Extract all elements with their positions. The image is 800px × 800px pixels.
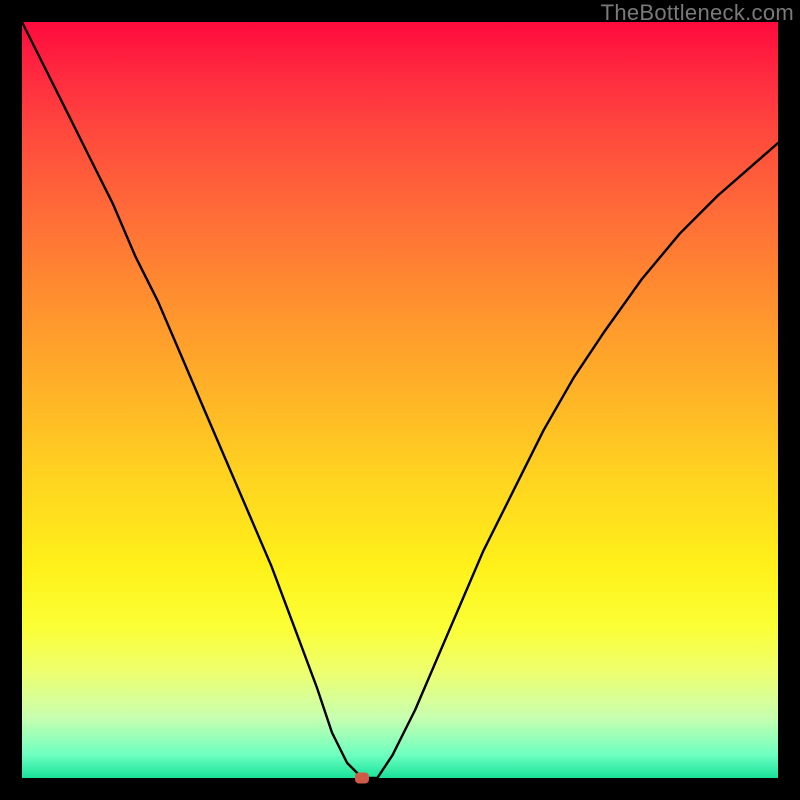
minimum-marker [355,773,369,784]
plot-area [22,22,778,778]
chart-container: TheBottleneck.com [0,0,800,800]
bottleneck-curve [22,22,778,778]
